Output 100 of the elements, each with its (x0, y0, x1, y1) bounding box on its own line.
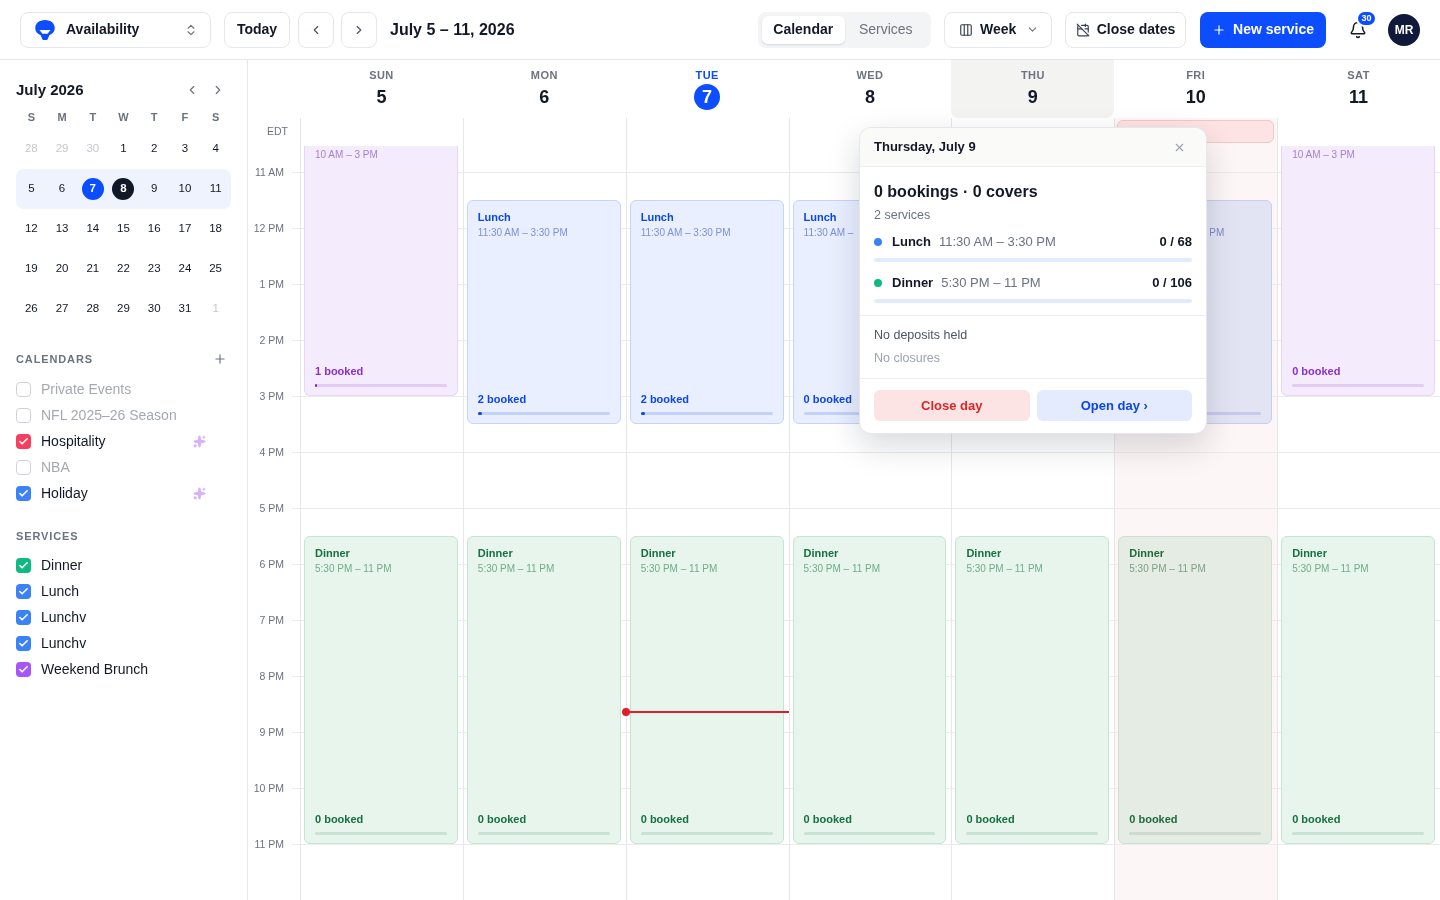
calendar-day[interactable]: 25 (204, 258, 227, 280)
list-item-label: Hospitality (41, 431, 106, 451)
calendar-day[interactable]: 5 (20, 178, 43, 200)
calendar-day[interactable]: 15 (112, 218, 135, 240)
service-event-card[interactable]: Dinner 5:30 PM – 11 PM 0 booked (1118, 536, 1273, 844)
checkbox[interactable] (16, 557, 31, 573)
new-service-button[interactable]: New service (1200, 11, 1326, 48)
service-event-card[interactable]: Dinner 5:30 PM – 11 PM 0 booked (629, 536, 784, 844)
list-item-label: NBA (41, 457, 70, 477)
service-event-card[interactable]: Dinner 5:30 PM – 11 PM 0 booked (955, 536, 1110, 844)
day-column-header[interactable]: MON 6 (462, 60, 626, 118)
day-column-header[interactable]: TUE 7 (625, 60, 789, 118)
plus-icon (1212, 22, 1226, 37)
event-title: Dinner (1292, 546, 1327, 560)
service-event-card[interactable]: 10 AM – 3 PM 0 booked (1281, 146, 1435, 396)
hour-label: 6 PM (259, 557, 284, 571)
list-item-label: Lunchv (41, 607, 87, 627)
service-event-card[interactable]: Lunch 11:30 AM – 3:30 PM 2 booked (629, 200, 784, 424)
event-time: 5:30 PM – 11 PM (640, 562, 718, 576)
booked-count: 2 booked (477, 392, 527, 406)
event-title: Dinner (640, 546, 676, 560)
calendar-day[interactable]: 11 (204, 178, 227, 200)
event-title: Lunch (803, 210, 837, 224)
day-column-header[interactable]: SUN 5 (300, 60, 463, 118)
view-tab[interactable]: Services (844, 15, 927, 44)
checkbox[interactable] (16, 433, 31, 449)
calendar-day[interactable]: 12 (20, 218, 43, 240)
day-column-header[interactable]: THU 9 (951, 60, 1115, 118)
event-time: 5:30 PM – 11 PM (803, 562, 881, 576)
calendar-day[interactable]: 27 (51, 298, 74, 320)
hour-label: 11 AM (255, 165, 284, 179)
weekday-label: S (27, 110, 35, 124)
calendar-day[interactable]: 4 (204, 138, 227, 160)
view-menu-button[interactable]: Week (944, 11, 1052, 48)
checkbox[interactable] (16, 583, 31, 599)
hour-label: 7 PM (259, 613, 284, 627)
columns-icon (959, 22, 973, 37)
close-day-button[interactable]: Close day (874, 390, 1030, 421)
calendar-day[interactable]: 20 (51, 258, 74, 280)
user-avatar[interactable]: MR (1388, 13, 1420, 46)
weekday-label: T (89, 110, 97, 124)
event-title: Lunch (640, 210, 674, 224)
calendar-day[interactable]: 28 (81, 298, 104, 320)
booked-count: 0 booked (315, 812, 364, 826)
section-heading: CALENDARS (16, 351, 93, 367)
calendar-day[interactable]: 22 (112, 258, 135, 280)
calendar-day[interactable]: 17 (173, 218, 196, 240)
calendar-day[interactable]: 14 (81, 218, 104, 240)
calendar-day[interactable]: 6 (51, 178, 74, 200)
cover-count: 0 / 68 (1159, 233, 1192, 252)
day-column-header[interactable]: SAT 11 (1277, 60, 1440, 118)
calendar-day[interactable]: 26 (20, 298, 43, 320)
weekday-label: M (57, 110, 67, 124)
calendar-day[interactable]: 3 (173, 138, 196, 160)
event-time: 11:30 AM – 3:30 PM (640, 226, 731, 240)
calendar-day[interactable]: 8 (112, 178, 135, 200)
hour-label: 11 PM (254, 837, 284, 851)
service-event-card[interactable]: 10 AM – 3 PM 1 booked (304, 146, 458, 396)
calendar-day[interactable]: 23 (143, 258, 166, 280)
event-time: PM (1209, 226, 1225, 240)
checkbox[interactable] (16, 635, 31, 651)
service-event-card[interactable]: Dinner 5:30 PM – 11 PM 0 booked (792, 536, 947, 844)
checkbox[interactable] (16, 661, 31, 677)
checkbox[interactable] (16, 609, 31, 625)
calendar-day[interactable]: 21 (81, 258, 104, 280)
event-time: 5:30 PM – 11 PM (1129, 562, 1206, 576)
calendar-day[interactable]: 29 (112, 298, 135, 320)
close-dates-button[interactable]: Close dates (1065, 11, 1186, 48)
list-item-label: Private Events (41, 379, 132, 399)
calendar-day[interactable]: 1 (112, 138, 135, 160)
event-title: Dinner (966, 546, 1002, 560)
checkbox[interactable] (16, 381, 31, 397)
today-button[interactable]: Today (224, 11, 290, 48)
calendar-day[interactable]: 9 (143, 178, 166, 200)
open-day-button[interactable]: Open day › (1036, 390, 1192, 421)
calendar-day[interactable]: 7 (81, 178, 104, 200)
calendar-day[interactable]: 13 (51, 218, 74, 240)
workspace-select[interactable]: Availability (20, 11, 211, 48)
checkbox[interactable] (16, 459, 31, 475)
day-column-header[interactable]: WED 8 (788, 60, 952, 118)
calendar-day[interactable]: 2 (143, 138, 166, 160)
service-event-card[interactable]: Lunch 11:30 AM – 3:30 PM 2 booked (466, 200, 621, 424)
checkbox[interactable] (16, 407, 31, 423)
calendar-day[interactable]: 31 (173, 298, 196, 320)
service-event-card[interactable]: Dinner 5:30 PM – 11 PM 0 booked (1281, 536, 1435, 844)
list-item-label: Lunchv (41, 633, 87, 653)
view-tab[interactable]: Calendar (762, 15, 845, 44)
calendar-day[interactable]: 24 (173, 258, 196, 280)
day-column-header[interactable]: FRI 10 (1114, 60, 1278, 118)
checkbox[interactable] (16, 485, 31, 501)
booked-count: 0 booked (477, 812, 527, 826)
service-event-card[interactable]: Dinner 5:30 PM – 11 PM 0 booked (466, 536, 621, 844)
service-event-card[interactable]: Dinner 5:30 PM – 11 PM 0 booked (304, 536, 458, 844)
calendar-day[interactable]: 18 (204, 218, 227, 240)
calendar-day[interactable]: 30 (143, 298, 166, 320)
calendar-day[interactable]: 16 (143, 218, 166, 240)
add-calendar-button[interactable] (213, 352, 227, 366)
calendar-day[interactable]: 19 (20, 258, 43, 280)
logo-icon (35, 19, 55, 40)
calendar-day[interactable]: 10 (173, 178, 196, 200)
